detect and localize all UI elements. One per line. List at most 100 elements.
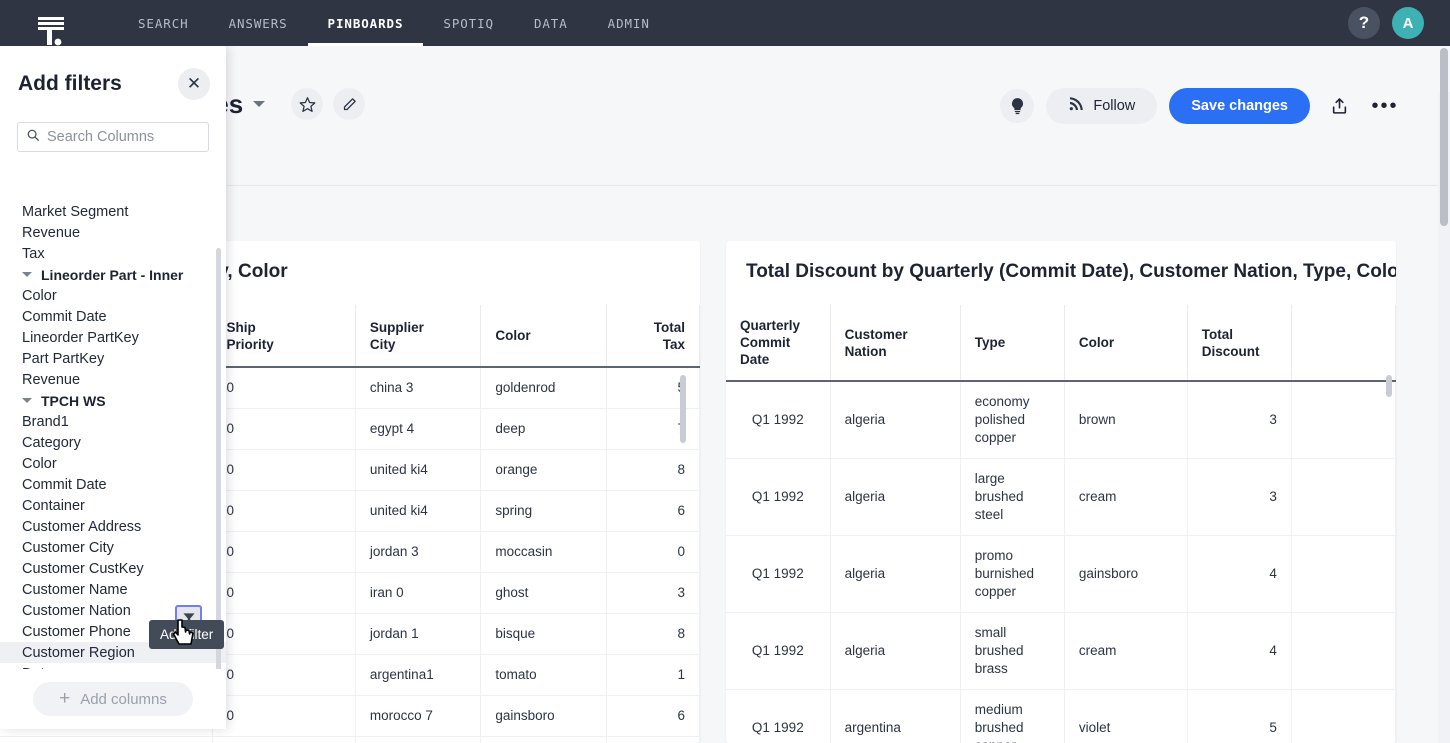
table-cell: violet [1064, 690, 1187, 743]
table-cell: 0 [212, 696, 355, 737]
nav-item-admin[interactable]: ADMIN [588, 0, 670, 46]
table-row[interactable]: 0cp 6kz0japan 5deep7 [0, 737, 700, 743]
column-item-customer-address[interactable]: Customer Address [0, 516, 226, 537]
column-item-commit-date[interactable]: Commit Date [0, 474, 226, 495]
star-icon[interactable] [291, 88, 323, 120]
viz-card-right[interactable]: Total Discount by Quarterly (Commit Date… [726, 241, 1396, 743]
share-upload-icon[interactable] [1322, 89, 1356, 123]
column-item-lineorder-partkey[interactable]: Lineorder PartKey [0, 327, 226, 348]
column-header[interactable]: TotalTax [606, 305, 699, 367]
column-header[interactable]: Color [481, 305, 606, 367]
column-item-customer-custkey[interactable]: Customer CustKey [0, 558, 226, 579]
nav-items: SEARCHANSWERSPINBOARDSSPOTIQDATAADMIN [118, 0, 670, 46]
table-cell [1291, 459, 1395, 536]
table-cell: gainsboro [1064, 536, 1187, 613]
table-cell: Q1 1992 [726, 536, 830, 613]
save-changes-button[interactable]: Save changes [1169, 88, 1310, 124]
table-cell [1291, 536, 1395, 613]
column-header[interactable] [1291, 305, 1395, 381]
table-cell: Q1 1992 [726, 459, 830, 536]
column-item-customer-city[interactable]: Customer City [0, 537, 226, 558]
table-cell: smallbrushedbrass [960, 613, 1064, 690]
nav-item-spotiq[interactable]: SPOTIQ [423, 0, 514, 46]
column-item-category[interactable]: Category [0, 432, 226, 453]
column-item-color[interactable]: Color [0, 453, 226, 474]
column-item-part-partkey[interactable]: Part PartKey [0, 348, 226, 369]
column-header[interactable]: Color [1064, 305, 1187, 381]
column-item-revenue[interactable]: Revenue [0, 222, 226, 243]
nav-item-search[interactable]: SEARCH [118, 0, 209, 46]
ellipsis-icon[interactable]: ••• [1368, 89, 1402, 123]
close-icon[interactable]: ✕ [178, 68, 210, 100]
column-item-tax[interactable]: Tax [0, 243, 226, 264]
column-header[interactable]: QuarterlyCommitDate [726, 305, 830, 381]
lightbulb-icon[interactable] [1000, 89, 1034, 123]
table-row[interactable]: Q1 1992algerialargebrushedsteelcream3 [726, 459, 1396, 536]
table-body: Q1 1992algeriaeconomypolishedcopperbrown… [726, 381, 1396, 743]
column-item-customer-name[interactable]: Customer Name [0, 579, 226, 600]
nav-item-answers[interactable]: ANSWERS [209, 0, 308, 46]
page-scrollbar-thumb[interactable] [1440, 48, 1448, 226]
table-cell: 0 [212, 367, 355, 409]
add-filters-panel: Add filters ✕ Search Columns Market Segm… [0, 46, 226, 729]
column-item-commit-date[interactable]: Commit Date [0, 306, 226, 327]
table-cell: 0 [212, 573, 355, 614]
table-cell: 0 [212, 655, 355, 696]
table-cell: cream [1064, 459, 1187, 536]
column-header[interactable]: TotalDiscount [1187, 305, 1291, 381]
table-cell: Q1 1992 [726, 690, 830, 743]
column-item-revenue[interactable]: Revenue [0, 369, 226, 390]
viz-left-scrollbar[interactable] [680, 375, 686, 443]
pencil-icon[interactable] [333, 88, 365, 120]
table-row[interactable]: Q1 1992algeriaeconomypolishedcopperbrown… [726, 381, 1396, 459]
column-group-tpch-ws[interactable]: TPCH WS [0, 390, 226, 411]
chevron-down-icon[interactable] [22, 272, 32, 277]
table-cell: 7 [606, 737, 699, 743]
table-cell: china 3 [355, 367, 480, 409]
table-cell: 8 [606, 450, 699, 491]
table-cell: 8 [606, 614, 699, 655]
table-cell: 0 [212, 532, 355, 573]
column-header[interactable]: Type [960, 305, 1064, 381]
table-cell: morocco 7 [355, 696, 480, 737]
top-navigation-bar: SEARCHANSWERSPINBOARDSSPOTIQDATAADMIN ? … [0, 0, 1450, 46]
table-cell: jordan 1 [355, 614, 480, 655]
search-columns-field[interactable]: Search Columns [17, 122, 209, 152]
column-item-color[interactable]: Color [0, 285, 226, 306]
add-columns-button[interactable]: + Add columns [33, 682, 193, 716]
column-header[interactable]: ShipPriority [212, 305, 355, 367]
chevron-down-icon[interactable] [22, 398, 32, 403]
add-filters-title: Add filters [18, 72, 122, 96]
chevron-down-icon[interactable] [253, 101, 265, 107]
table-cell [1291, 690, 1395, 743]
column-group-label: TPCH WS [41, 393, 106, 409]
table-cell: mediumbrushedcopper [960, 690, 1064, 743]
search-input-placeholder: Search Columns [47, 129, 154, 145]
help-icon[interactable]: ? [1348, 7, 1380, 39]
column-item-container[interactable]: Container [0, 495, 226, 516]
table-cell: algeria [830, 613, 960, 690]
thoughtspot-logo-icon[interactable] [28, 0, 74, 46]
table-cell: iran 0 [355, 573, 480, 614]
viz-right-scrollbar[interactable] [1386, 375, 1392, 397]
column-header[interactable]: SupplierCity [355, 305, 480, 367]
nav-item-pinboards[interactable]: PINBOARDS [308, 0, 424, 46]
avatar[interactable]: A [1392, 7, 1424, 39]
viz-right-title: Total Discount by Quarterly (Commit Date… [726, 241, 1396, 283]
table-cell: 1 [606, 655, 699, 696]
table-cell: ghost [481, 573, 606, 614]
table-row[interactable]: Q1 1992algeriasmallbrushedbrasscream4 [726, 613, 1396, 690]
nav-item-data[interactable]: DATA [514, 0, 588, 46]
table-row[interactable]: Q1 1992argentinamediumbrushedcopperviole… [726, 690, 1396, 743]
follow-button[interactable]: Follow [1046, 88, 1157, 124]
column-header[interactable]: CustomerNation [830, 305, 960, 381]
app-root: SEARCHANSWERSPINBOARDSSPOTIQDATAADMIN ? … [0, 0, 1450, 743]
table-cell: 0 [212, 450, 355, 491]
table-cell: 3 [1187, 381, 1291, 459]
table-cell: orange [481, 450, 606, 491]
column-item-brand1[interactable]: Brand1 [0, 411, 226, 432]
table-cell: egypt 4 [355, 409, 480, 450]
table-row[interactable]: Q1 1992algeriapromoburnishedcoppergainsb… [726, 536, 1396, 613]
column-group-lineorder-part-inner[interactable]: Lineorder Part - Inner [0, 264, 226, 285]
column-item-market-segment[interactable]: Market Segment [0, 201, 226, 222]
